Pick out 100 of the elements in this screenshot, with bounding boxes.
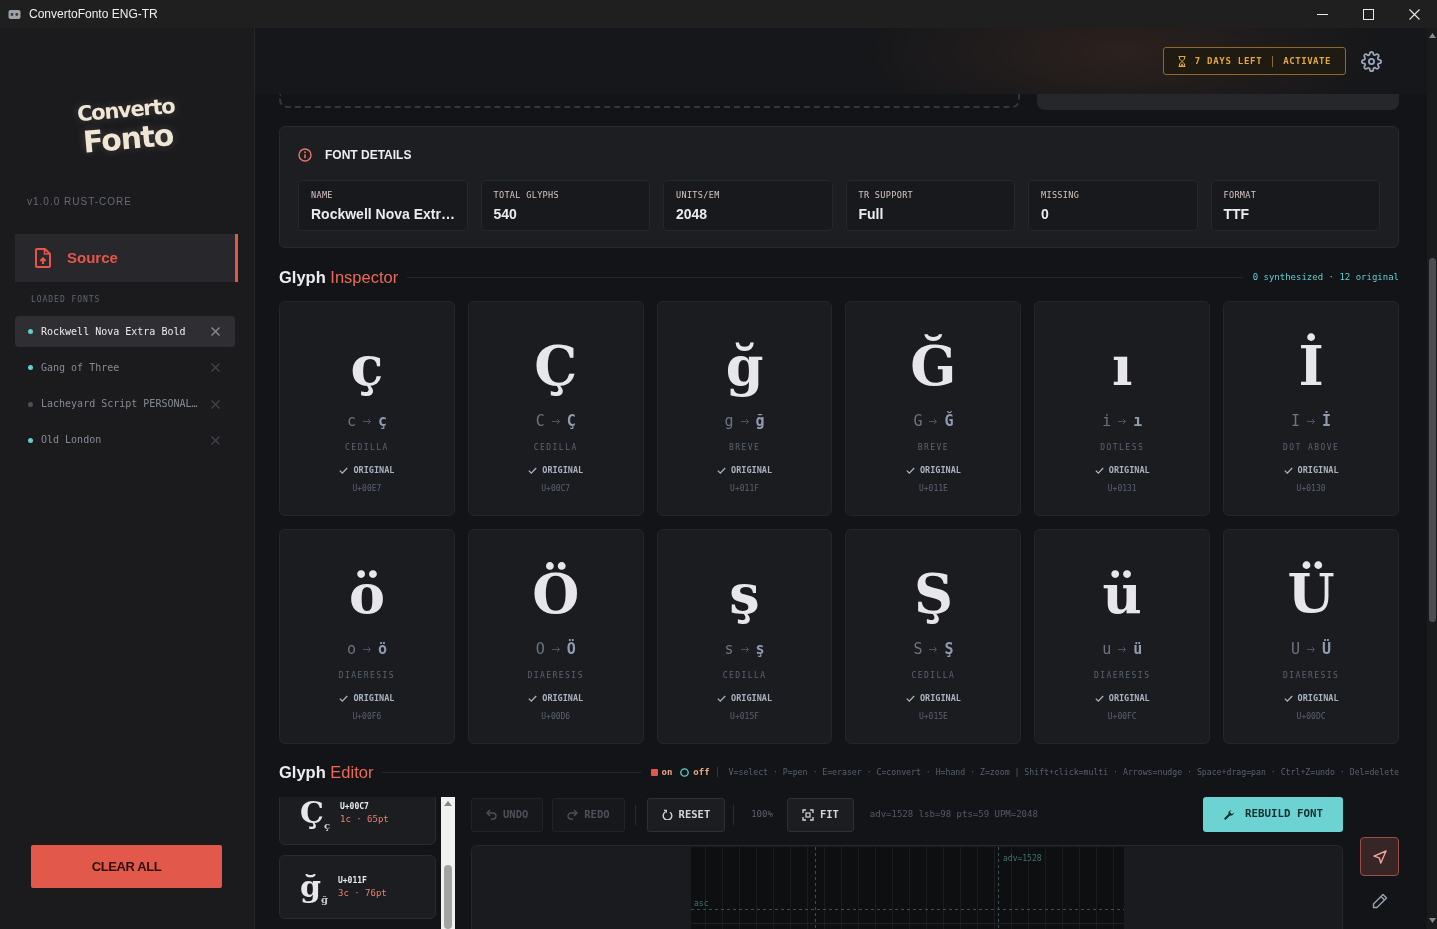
glyph-card[interactable]: ı i ı DOTLESS ORIGINAL U+0131 <box>1034 301 1211 516</box>
mark-label: CEDILLA <box>345 442 389 454</box>
unicode-label: U+00E7 <box>352 483 382 495</box>
glyph-card[interactable]: ç c ç CEDILLA ORIGINAL U+00E7 <box>279 301 455 516</box>
mark-label: BREVE <box>917 442 950 454</box>
metrics-text: adv=1528 lsb=98 pts=59 UPM=2048 <box>869 809 1038 820</box>
base-character: S <box>913 639 923 659</box>
mark-label: DOT ABOVE <box>1282 442 1340 454</box>
unicode-label: U+00DC <box>1296 711 1326 723</box>
glyph-card[interactable]: Ç C Ç CEDILLA ORIGINAL U+00C7 <box>467 301 644 516</box>
minimize-icon[interactable] <box>1316 13 1328 15</box>
advance-label: adv=1528 <box>1002 854 1042 863</box>
version-label: v1.0.0 RUST-CORE <box>27 196 132 208</box>
glyph-card[interactable]: Ğ G Ğ BREVE ORIGINAL U+011E <box>845 301 1022 516</box>
fit-button[interactable]: FIT <box>786 797 854 832</box>
status-label: ORIGINAL <box>1108 464 1150 476</box>
base-character: g <box>724 411 734 431</box>
mark-label: CEDILLA <box>722 670 767 682</box>
check-icon <box>339 694 349 702</box>
stat-label: NAME <box>311 190 333 200</box>
glyph-card[interactable]: ğ g ğ BREVE ORIGINAL U+011F <box>656 301 833 516</box>
status-label: ORIGINAL <box>919 692 961 704</box>
remove-icon[interactable] <box>211 327 220 336</box>
font-list-item[interactable]: Old London <box>15 424 235 456</box>
settings-icon[interactable] <box>1361 50 1382 72</box>
glyph-preview: Ş <box>913 561 953 628</box>
arrow-icon <box>1307 417 1316 425</box>
glyph-card[interactable]: ş s ş CEDILLA ORIGINAL U+015F <box>656 529 833 744</box>
check-icon <box>528 466 538 474</box>
base-character: U <box>1291 639 1301 659</box>
unicode-label: U+00C7 <box>541 483 571 495</box>
scrollbar-thumb[interactable] <box>444 865 452 929</box>
scroll-up-icon[interactable] <box>1428 33 1436 38</box>
check-icon <box>1283 694 1293 702</box>
zoom-level: 100% <box>751 809 773 820</box>
target-character: ş <box>755 639 765 659</box>
arrow-icon <box>362 417 371 425</box>
glyph-card[interactable]: ö o ö DIAERESIS ORIGINAL U+00F6 <box>279 529 455 744</box>
pen-tool-button[interactable] <box>1371 893 1388 909</box>
section-title: Glyph Inspector <box>279 268 399 286</box>
glyph-thumbnail: ç <box>323 820 330 832</box>
status-label: ORIGINAL <box>919 464 961 476</box>
circle-marker-icon <box>680 767 690 777</box>
arrow-icon <box>1118 645 1127 653</box>
glyph-preview: Ü <box>1287 560 1335 628</box>
status-label: ORIGINAL <box>731 692 773 704</box>
target-character: ğ <box>755 411 765 431</box>
glyph-card[interactable]: İ I İ DOT ABOVE ORIGINAL U+0130 <box>1223 301 1399 516</box>
card-title: FONT DETAILS <box>325 148 412 162</box>
glyph-preview: ğ <box>725 333 764 400</box>
check-icon <box>339 466 349 474</box>
maximize-icon[interactable] <box>1362 8 1374 20</box>
status-label: ORIGINAL <box>731 464 773 476</box>
summary-text: 0 synthesized · 12 original <box>1252 271 1399 283</box>
status-label: ORIGINAL <box>542 464 584 476</box>
clear-all-button[interactable]: CLEAR ALL <box>31 845 222 888</box>
select-tool-button[interactable] <box>1360 837 1399 876</box>
arrow-icon <box>929 417 938 425</box>
target-character: İ <box>1322 411 1332 431</box>
close-icon[interactable] <box>1408 8 1420 20</box>
scrollbar-thumb[interactable] <box>1428 258 1436 622</box>
base-character: c <box>346 411 356 431</box>
fit-icon <box>801 808 814 821</box>
stat-label: FORMAT <box>1223 190 1257 200</box>
reset-icon <box>661 809 673 820</box>
status-label: ORIGINAL <box>1297 692 1339 704</box>
glyph-card[interactable]: Ü U Ü DIAERESIS ORIGINAL U+00DC <box>1223 529 1399 744</box>
reset-button[interactable]: RESET <box>646 797 726 832</box>
scroll-down-icon[interactable] <box>1428 918 1436 923</box>
glyph-info: 3c · 76pt <box>338 888 387 899</box>
arrow-icon <box>362 645 371 653</box>
glyph-preview: ı <box>1112 333 1133 400</box>
source-nav-item[interactable]: Source <box>15 234 238 282</box>
unicode-label: U+00FC <box>1107 711 1137 723</box>
glyph-card[interactable]: Ş S Ş CEDILLA ORIGINAL U+015E <box>845 529 1022 744</box>
base-character: s <box>724 639 734 659</box>
unicode-label: U+015E <box>918 711 948 723</box>
activate-link[interactable]: ACTIVATE <box>1283 55 1331 67</box>
mark-label: DIAERESIS <box>1094 670 1151 682</box>
glyph-card[interactable]: ü u ü DIAERESIS ORIGINAL U+00FC <box>1034 529 1211 744</box>
logo-wordmark: Converto Fonto <box>75 92 177 162</box>
stat-value: 2048 <box>676 206 708 223</box>
check-icon <box>905 694 915 702</box>
base-character: I <box>1291 411 1301 431</box>
font-list-item[interactable]: Rockwell Nova Extra Bold <box>15 316 235 347</box>
stat-label: TR SUPPORT <box>858 190 914 200</box>
glyph-card[interactable]: Ö O Ö DIAERESIS ORIGINAL U+00D6 <box>467 529 644 744</box>
scroll-up-icon[interactable] <box>444 801 452 806</box>
font-list-item[interactable]: Lacheyard Script PERSONAL… <box>15 388 235 420</box>
list-scrollbar[interactable] <box>441 797 455 929</box>
unicode-label: U+011F <box>338 875 368 886</box>
target-character: Ğ <box>944 411 954 431</box>
navigation-arrow-icon <box>1372 849 1387 864</box>
glyph-grid-drawing[interactable]: adv=1528 asc <box>690 847 1124 929</box>
mark-label: DOTLESS <box>1100 442 1145 454</box>
font-list-item[interactable]: Gang of Three <box>15 352 235 384</box>
rebuild-font-button[interactable]: REBUILD FONT <box>1203 797 1343 832</box>
check-icon <box>1094 694 1104 702</box>
window-scrollbar[interactable] <box>1427 28 1437 929</box>
glyph-preview: İ <box>1298 332 1324 400</box>
